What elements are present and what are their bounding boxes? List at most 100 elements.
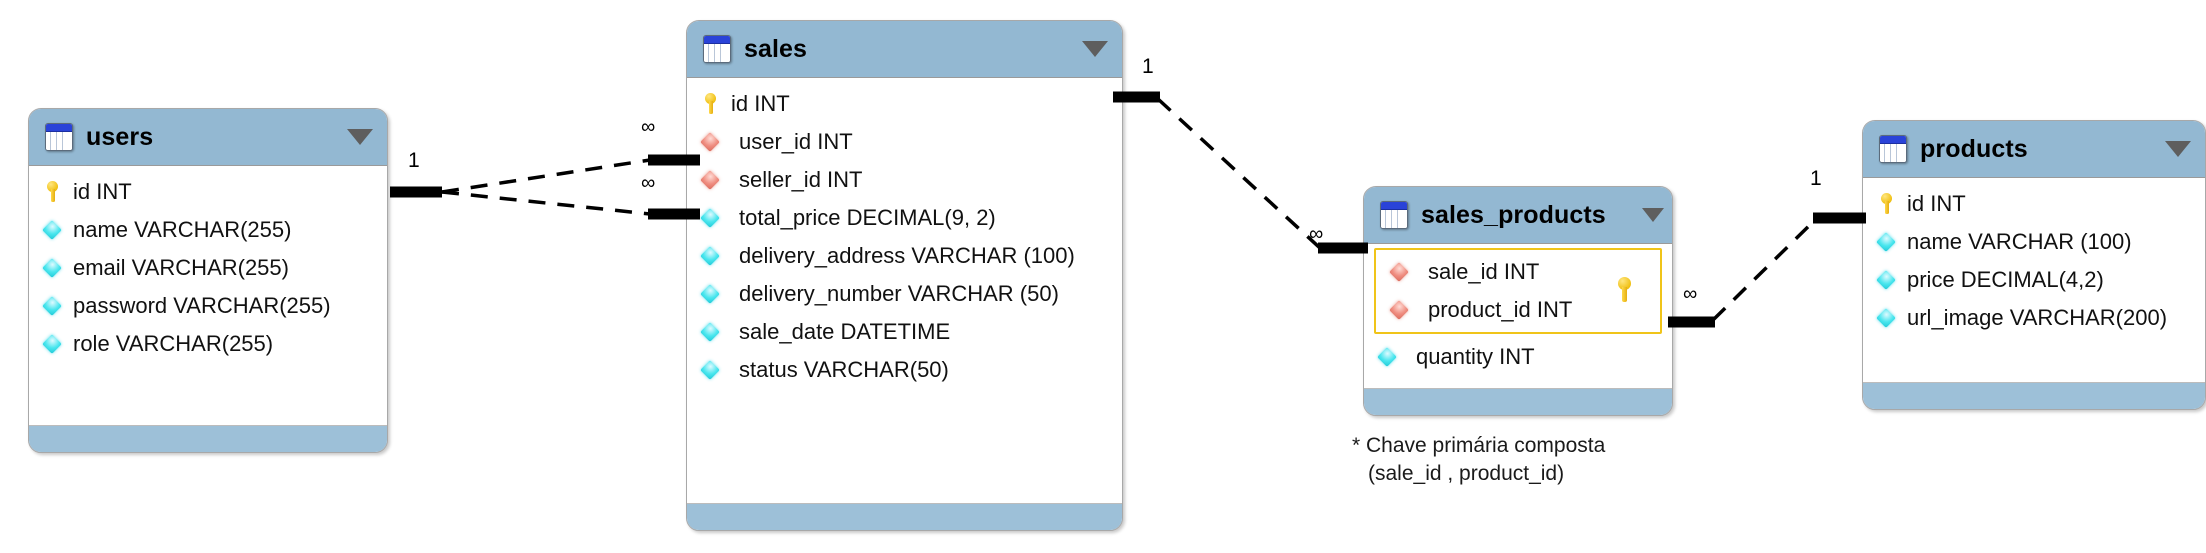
column-row[interactable]: email VARCHAR(255) xyxy=(29,249,387,287)
column-label: url_image VARCHAR(200) xyxy=(1907,305,2168,330)
diamond-cyan-icon xyxy=(701,206,721,230)
column-label: name VARCHAR(255) xyxy=(73,217,292,242)
er-diagram-canvas: users id INT name VARCHAR(255) email VAR… xyxy=(0,0,2206,553)
entity-body-products: id INT name VARCHAR (100) price DECIMAL(… xyxy=(1863,178,2205,382)
diamond-cyan-icon xyxy=(701,358,721,382)
chevron-down-icon[interactable] xyxy=(2165,141,2191,157)
column-row[interactable]: user_id INT xyxy=(687,123,1122,161)
cardinality-label-products-one: 1 xyxy=(1810,167,1822,190)
cardinality-label-sales-user-many: ∞ xyxy=(641,116,656,138)
diamond-cyan-icon xyxy=(1378,345,1398,369)
column-label: name VARCHAR (100) xyxy=(1907,229,2132,254)
column-row[interactable]: status VARCHAR(50) xyxy=(687,351,1122,389)
entity-header-sales-products[interactable]: sales_products xyxy=(1364,187,1672,244)
column-row[interactable]: password VARCHAR(255) xyxy=(29,287,387,325)
diamond-cyan-icon xyxy=(1877,306,1897,330)
entity-header-products[interactable]: products xyxy=(1863,121,2205,178)
table-icon xyxy=(703,35,731,63)
column-row[interactable]: total_price DECIMAL(9, 2) xyxy=(687,199,1122,237)
key-icon xyxy=(1614,276,1634,306)
column-label: role VARCHAR(255) xyxy=(73,331,274,356)
relationship-sales-products-products xyxy=(1668,212,1866,328)
column-label: password VARCHAR(255) xyxy=(73,293,331,318)
diamond-cyan-icon xyxy=(701,244,721,268)
chevron-down-icon[interactable] xyxy=(347,129,373,145)
chevron-down-icon[interactable] xyxy=(1642,208,1664,222)
column-label: sale_id INT xyxy=(1428,259,1540,284)
diamond-cyan-icon xyxy=(1877,268,1897,292)
diamond-cyan-icon xyxy=(43,256,63,280)
cardinality-label-sales-products-many-2: ∞ xyxy=(1683,283,1698,305)
table-icon xyxy=(1380,201,1408,229)
cardinality-label-sales-products-many: ∞ xyxy=(1309,223,1324,245)
column-row[interactable]: id INT xyxy=(29,173,387,211)
column-row[interactable]: name VARCHAR(255) xyxy=(29,211,387,249)
column-label: price DECIMAL(4,2) xyxy=(1907,267,2104,292)
column-label: id INT xyxy=(1907,191,1966,216)
column-row[interactable]: delivery_number VARCHAR (50) xyxy=(687,275,1122,313)
entity-footer-sales-products xyxy=(1364,388,1672,415)
entity-header-sales[interactable]: sales xyxy=(687,21,1122,78)
entity-table-sales[interactable]: sales id INT user_id INT seller_id INT t… xyxy=(686,20,1123,531)
entity-table-users[interactable]: users id INT name VARCHAR(255) email VAR… xyxy=(28,108,388,453)
composite-primary-key-group: sale_id INT product_id INT xyxy=(1374,248,1662,334)
diamond-cyan-icon xyxy=(43,294,63,318)
footnote-line-2: (sale_id , product_id) xyxy=(1368,462,1565,486)
column-label: email VARCHAR(255) xyxy=(73,255,289,280)
column-label: user_id INT xyxy=(739,129,853,154)
column-row[interactable]: id INT xyxy=(687,85,1122,123)
key-icon xyxy=(43,180,63,204)
footnote-line-1: * Chave primária composta xyxy=(1352,434,1606,457)
diamond-red-icon xyxy=(701,130,721,154)
entity-title-users: users xyxy=(86,122,154,151)
column-row[interactable]: role VARCHAR(255) xyxy=(29,325,387,363)
key-icon xyxy=(1877,192,1897,216)
chevron-down-icon[interactable] xyxy=(1082,41,1108,57)
table-icon xyxy=(1879,135,1907,163)
composite-key-footnote: * Chave primária composta (sale_id , pro… xyxy=(1352,432,1605,489)
column-label: delivery_number VARCHAR (50) xyxy=(739,281,1059,306)
key-icon xyxy=(701,92,721,116)
diamond-red-icon xyxy=(1390,260,1410,284)
column-row[interactable]: url_image VARCHAR(200) xyxy=(1863,299,2205,337)
entity-title-products: products xyxy=(1920,134,2028,163)
column-row[interactable]: delivery_address VARCHAR (100) xyxy=(687,237,1122,275)
column-label: product_id INT xyxy=(1428,297,1573,322)
entity-table-sales-products[interactable]: sales_products sale_id INT product_id IN… xyxy=(1363,186,1673,416)
column-label: total_price DECIMAL(9, 2) xyxy=(739,205,996,230)
column-row[interactable]: sale_date DATETIME xyxy=(687,313,1122,351)
cardinality-label-sales-seller-many: ∞ xyxy=(641,172,656,194)
diamond-cyan-icon xyxy=(701,320,721,344)
column-row[interactable]: price DECIMAL(4,2) xyxy=(1863,261,2205,299)
column-label: id INT xyxy=(731,91,790,116)
entity-body-sales: id INT user_id INT seller_id INT total_p… xyxy=(687,78,1122,503)
column-row[interactable]: seller_id INT xyxy=(687,161,1122,199)
diamond-cyan-icon xyxy=(701,282,721,306)
column-label: id INT xyxy=(73,179,132,204)
entity-table-products[interactable]: products id INT name VARCHAR (100) price… xyxy=(1862,120,2206,410)
column-label: quantity INT xyxy=(1416,344,1535,369)
entity-footer-sales xyxy=(687,503,1122,530)
entity-body-sales-products: sale_id INT product_id INT quantity INT xyxy=(1364,244,1672,388)
column-row[interactable]: id INT xyxy=(1863,185,2205,223)
relationship-users-sales-seller-id xyxy=(441,190,700,220)
table-icon xyxy=(45,123,73,151)
diamond-cyan-icon xyxy=(1877,230,1897,254)
entity-body-users: id INT name VARCHAR(255) email VARCHAR(2… xyxy=(29,166,387,425)
diamond-cyan-icon xyxy=(43,218,63,242)
column-row[interactable]: name VARCHAR (100) xyxy=(1863,223,2205,261)
cardinality-label-users-one: 1 xyxy=(408,149,420,172)
cardinality-label-sales-one: 1 xyxy=(1142,55,1154,78)
entity-title-sales-products: sales_products xyxy=(1421,200,1606,229)
column-label: status VARCHAR(50) xyxy=(739,357,949,382)
entity-title-sales: sales xyxy=(744,34,808,63)
column-label: delivery_address VARCHAR (100) xyxy=(739,243,1075,268)
column-label: sale_date DATETIME xyxy=(739,319,951,344)
entity-footer-products xyxy=(1863,382,2205,409)
diamond-red-icon xyxy=(701,168,721,192)
entity-header-users[interactable]: users xyxy=(29,109,387,166)
entity-footer-users xyxy=(29,425,387,452)
column-row[interactable]: quantity INT xyxy=(1364,338,1672,376)
relationship-sales-sales-products xyxy=(1113,91,1368,254)
column-label: seller_id INT xyxy=(739,167,863,192)
